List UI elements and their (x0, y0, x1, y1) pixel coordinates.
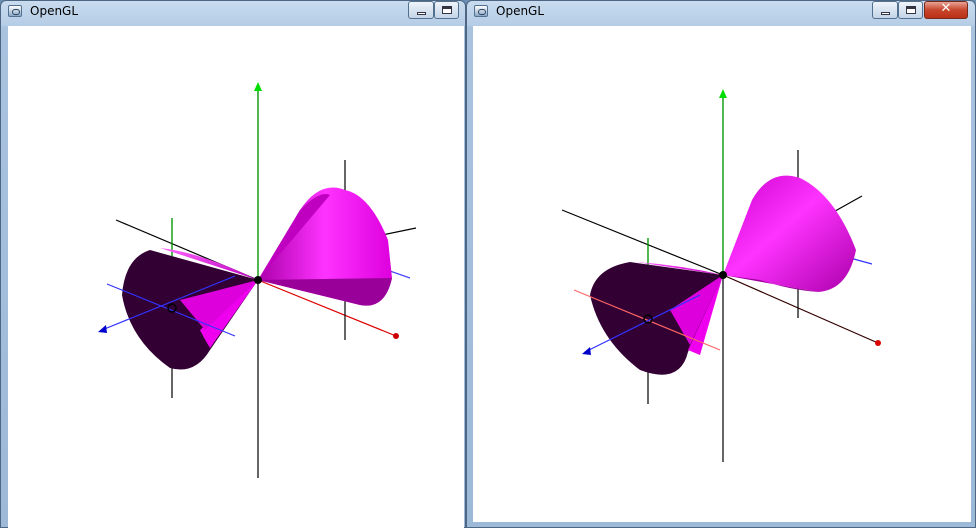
x-axis-arrow (393, 333, 399, 339)
opengl-app-icon[interactable] (474, 5, 488, 17)
y-axis-arrow (719, 89, 727, 98)
z-axis-arrow (582, 347, 591, 355)
title-bar[interactable]: OpenGL ✕ (466, 0, 976, 24)
opengl-canvas-left[interactable] (8, 26, 464, 528)
close-icon: ✕ (940, 1, 952, 16)
minimize-icon (417, 12, 426, 15)
close-button[interactable]: ✕ (924, 1, 968, 19)
z-axis-arrow (98, 325, 107, 333)
origin-point (719, 271, 727, 279)
maximize-button[interactable] (434, 1, 459, 19)
x-axis-arrow (875, 340, 881, 346)
origin-point (254, 276, 262, 284)
minimize-icon (881, 12, 890, 15)
window-title: OpenGL (496, 4, 545, 18)
maximize-icon (442, 6, 452, 14)
opengl-canvas-right[interactable] (473, 26, 971, 522)
scene-right (561, 89, 881, 462)
opengl-window-right[interactable]: OpenGL ✕ (466, 0, 976, 528)
opengl-window-left[interactable]: OpenGL (0, 0, 466, 528)
opengl-app-icon[interactable] (8, 5, 22, 17)
maximize-button[interactable] (898, 1, 923, 19)
right-cone (723, 175, 856, 292)
y-axis-arrow (254, 82, 262, 91)
right-cone-base-side (258, 278, 392, 306)
title-bar[interactable]: OpenGL (0, 0, 466, 24)
minimize-button[interactable] (408, 1, 434, 19)
window-title: OpenGL (30, 4, 79, 18)
scene-left (98, 82, 417, 478)
maximize-icon (906, 6, 916, 14)
minimize-button[interactable] (872, 1, 898, 19)
